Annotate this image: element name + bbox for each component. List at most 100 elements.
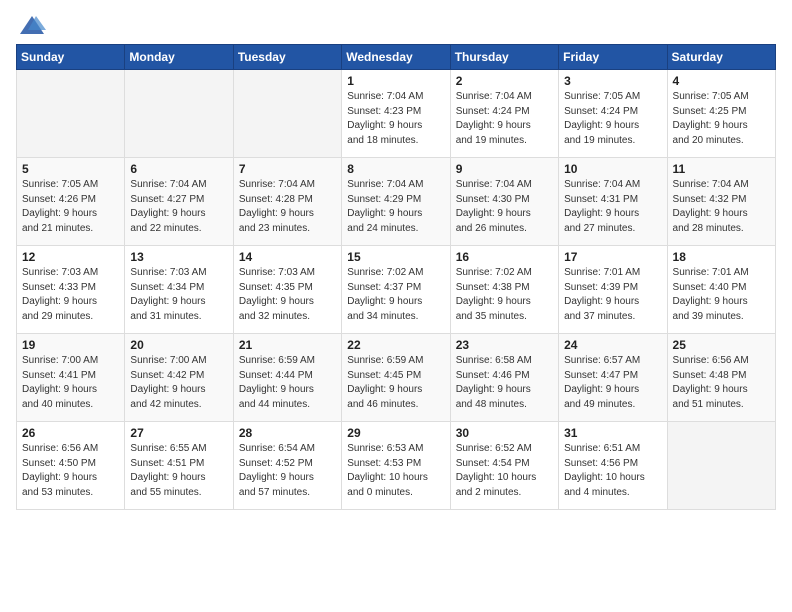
day-number: 19	[22, 338, 119, 352]
page: SundayMondayTuesdayWednesdayThursdayFrid…	[0, 0, 792, 612]
day-number: 23	[456, 338, 553, 352]
day-info: Sunrise: 7:02 AM Sunset: 4:37 PM Dayligh…	[347, 266, 444, 324]
day-number: 17	[564, 250, 661, 264]
day-number: 3	[564, 74, 661, 88]
day-info: Sunrise: 6:59 AM Sunset: 4:44 PM Dayligh…	[239, 354, 336, 412]
calendar-cell: 17 Sunrise: 7:01 AM Sunset: 4:39 PM Dayli…	[559, 246, 667, 334]
day-info: Sunrise: 6:53 AM Sunset: 4:53 PM Dayligh…	[347, 442, 444, 500]
calendar-cell: 13 Sunrise: 7:03 AM Sunset: 4:34 PM Dayli…	[125, 246, 233, 334]
calendar-cell: 21 Sunrise: 6:59 AM Sunset: 4:44 PM Dayli…	[233, 334, 341, 422]
day-info: Sunrise: 7:03 AM Sunset: 4:34 PM Dayligh…	[130, 266, 227, 324]
day-info: Sunrise: 6:51 AM Sunset: 4:56 PM Dayligh…	[564, 442, 661, 500]
day-info: Sunrise: 6:56 AM Sunset: 4:48 PM Dayligh…	[673, 354, 770, 412]
day-info: Sunrise: 6:59 AM Sunset: 4:45 PM Dayligh…	[347, 354, 444, 412]
day-info: Sunrise: 7:01 AM Sunset: 4:40 PM Dayligh…	[673, 266, 770, 324]
calendar-dow-wednesday: Wednesday	[342, 45, 450, 70]
calendar-cell	[233, 70, 341, 158]
day-info: Sunrise: 7:05 AM Sunset: 4:24 PM Dayligh…	[564, 90, 661, 148]
day-info: Sunrise: 6:57 AM Sunset: 4:47 PM Dayligh…	[564, 354, 661, 412]
day-number: 7	[239, 162, 336, 176]
calendar-week-row: 5Sunrise: 7:05 AM Sunset: 4:26 PM Daylig…	[17, 158, 776, 246]
calendar-cell: 8Sunrise: 7:04 AM Sunset: 4:29 PM Daylig…	[342, 158, 450, 246]
day-info: Sunrise: 6:56 AM Sunset: 4:50 PM Dayligh…	[22, 442, 119, 500]
day-info: Sunrise: 6:54 AM Sunset: 4:52 PM Dayligh…	[239, 442, 336, 500]
day-number: 20	[130, 338, 227, 352]
calendar-cell: 18 Sunrise: 7:01 AM Sunset: 4:40 PM Dayli…	[667, 246, 775, 334]
calendar-cell: 29 Sunrise: 6:53 AM Sunset: 4:53 PM Dayli…	[342, 422, 450, 510]
calendar-cell: 23 Sunrise: 6:58 AM Sunset: 4:46 PM Dayli…	[450, 334, 558, 422]
day-number: 28	[239, 426, 336, 440]
calendar-dow-thursday: Thursday	[450, 45, 558, 70]
calendar-dow-monday: Monday	[125, 45, 233, 70]
day-number: 13	[130, 250, 227, 264]
day-info: Sunrise: 7:04 AM Sunset: 4:32 PM Dayligh…	[673, 178, 770, 236]
calendar-week-row: 1Sunrise: 7:04 AM Sunset: 4:23 PM Daylig…	[17, 70, 776, 158]
day-number: 15	[347, 250, 444, 264]
day-number: 31	[564, 426, 661, 440]
calendar-cell	[667, 422, 775, 510]
calendar-cell: 22 Sunrise: 6:59 AM Sunset: 4:45 PM Dayli…	[342, 334, 450, 422]
calendar-cell	[17, 70, 125, 158]
day-number: 22	[347, 338, 444, 352]
day-number: 24	[564, 338, 661, 352]
calendar-cell: 26 Sunrise: 6:56 AM Sunset: 4:50 PM Dayli…	[17, 422, 125, 510]
day-info: Sunrise: 6:55 AM Sunset: 4:51 PM Dayligh…	[130, 442, 227, 500]
calendar-cell: 20 Sunrise: 7:00 AM Sunset: 4:42 PM Dayli…	[125, 334, 233, 422]
day-number: 16	[456, 250, 553, 264]
day-number: 29	[347, 426, 444, 440]
calendar-cell: 4Sunrise: 7:05 AM Sunset: 4:25 PM Daylig…	[667, 70, 775, 158]
calendar-cell: 10 Sunrise: 7:04 AM Sunset: 4:31 PM Dayli…	[559, 158, 667, 246]
logo	[16, 12, 46, 36]
day-number: 26	[22, 426, 119, 440]
calendar-cell: 9 Sunrise: 7:04 AM Sunset: 4:30 PM Daylig…	[450, 158, 558, 246]
day-info: Sunrise: 7:04 AM Sunset: 4:30 PM Dayligh…	[456, 178, 553, 236]
day-number: 18	[673, 250, 770, 264]
calendar-cell: 27Sunrise: 6:55 AM Sunset: 4:51 PM Dayli…	[125, 422, 233, 510]
logo-icon	[18, 12, 46, 40]
day-info: Sunrise: 7:01 AM Sunset: 4:39 PM Dayligh…	[564, 266, 661, 324]
day-number: 6	[130, 162, 227, 176]
calendar-dow-sunday: Sunday	[17, 45, 125, 70]
calendar-cell: 12Sunrise: 7:03 AM Sunset: 4:33 PM Dayli…	[17, 246, 125, 334]
day-info: Sunrise: 7:04 AM Sunset: 4:31 PM Dayligh…	[564, 178, 661, 236]
calendar-cell: 25Sunrise: 6:56 AM Sunset: 4:48 PM Dayli…	[667, 334, 775, 422]
day-number: 12	[22, 250, 119, 264]
day-info: Sunrise: 6:58 AM Sunset: 4:46 PM Dayligh…	[456, 354, 553, 412]
calendar-table: SundayMondayTuesdayWednesdayThursdayFrid…	[16, 44, 776, 510]
calendar-week-row: 19Sunrise: 7:00 AM Sunset: 4:41 PM Dayli…	[17, 334, 776, 422]
calendar-cell: 5Sunrise: 7:05 AM Sunset: 4:26 PM Daylig…	[17, 158, 125, 246]
calendar-cell: 7Sunrise: 7:04 AM Sunset: 4:28 PM Daylig…	[233, 158, 341, 246]
calendar-cell: 1Sunrise: 7:04 AM Sunset: 4:23 PM Daylig…	[342, 70, 450, 158]
calendar-week-row: 12Sunrise: 7:03 AM Sunset: 4:33 PM Dayli…	[17, 246, 776, 334]
calendar-cell: 28 Sunrise: 6:54 AM Sunset: 4:52 PM Dayli…	[233, 422, 341, 510]
day-number: 21	[239, 338, 336, 352]
day-info: Sunrise: 7:04 AM Sunset: 4:24 PM Dayligh…	[456, 90, 553, 148]
day-number: 30	[456, 426, 553, 440]
day-number: 9	[456, 162, 553, 176]
day-number: 10	[564, 162, 661, 176]
day-info: Sunrise: 6:52 AM Sunset: 4:54 PM Dayligh…	[456, 442, 553, 500]
calendar-cell: 3 Sunrise: 7:05 AM Sunset: 4:24 PM Daylig…	[559, 70, 667, 158]
day-number: 4	[673, 74, 770, 88]
day-number: 14	[239, 250, 336, 264]
calendar-week-row: 26 Sunrise: 6:56 AM Sunset: 4:50 PM Dayli…	[17, 422, 776, 510]
day-info: Sunrise: 7:00 AM Sunset: 4:42 PM Dayligh…	[130, 354, 227, 412]
day-number: 2	[456, 74, 553, 88]
calendar-cell: 2 Sunrise: 7:04 AM Sunset: 4:24 PM Daylig…	[450, 70, 558, 158]
day-info: Sunrise: 7:02 AM Sunset: 4:38 PM Dayligh…	[456, 266, 553, 324]
calendar-cell: 11 Sunrise: 7:04 AM Sunset: 4:32 PM Dayli…	[667, 158, 775, 246]
calendar-cell: 6 Sunrise: 7:04 AM Sunset: 4:27 PM Daylig…	[125, 158, 233, 246]
calendar-dow-friday: Friday	[559, 45, 667, 70]
day-number: 5	[22, 162, 119, 176]
day-info: Sunrise: 7:03 AM Sunset: 4:35 PM Dayligh…	[239, 266, 336, 324]
calendar-cell	[125, 70, 233, 158]
calendar-header-row: SundayMondayTuesdayWednesdayThursdayFrid…	[17, 45, 776, 70]
day-info: Sunrise: 7:04 AM Sunset: 4:29 PM Dayligh…	[347, 178, 444, 236]
calendar-cell: 30 Sunrise: 6:52 AM Sunset: 4:54 PM Dayli…	[450, 422, 558, 510]
calendar-dow-saturday: Saturday	[667, 45, 775, 70]
calendar-cell: 31 Sunrise: 6:51 AM Sunset: 4:56 PM Dayli…	[559, 422, 667, 510]
calendar-cell: 15 Sunrise: 7:02 AM Sunset: 4:37 PM Dayli…	[342, 246, 450, 334]
day-number: 11	[673, 162, 770, 176]
header	[16, 12, 776, 36]
day-info: Sunrise: 7:04 AM Sunset: 4:27 PM Dayligh…	[130, 178, 227, 236]
